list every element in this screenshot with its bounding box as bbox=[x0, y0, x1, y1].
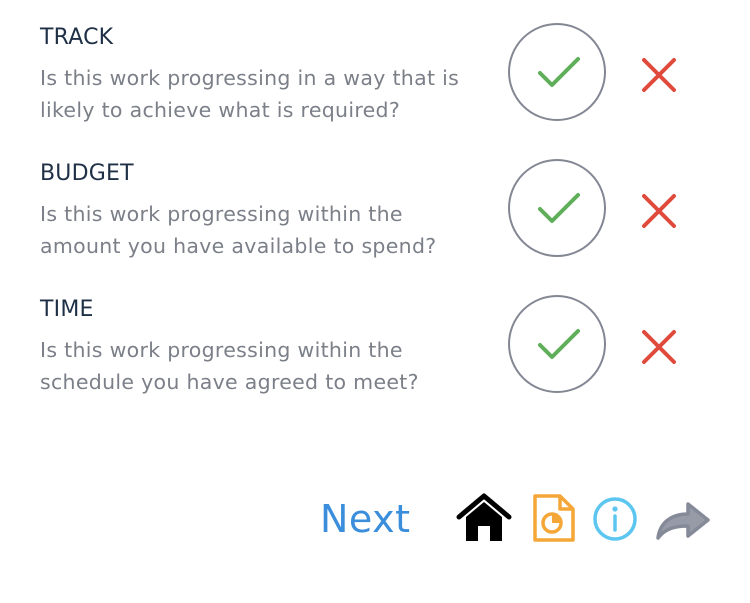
home-icon bbox=[456, 493, 512, 541]
item-question: Is this work progressing within the sche… bbox=[40, 338, 419, 394]
assessment-page: TRACK Is this work progressing in a way … bbox=[0, 0, 750, 603]
check-icon bbox=[538, 329, 580, 359]
share-button[interactable] bbox=[654, 496, 712, 542]
item-title: BUDGET bbox=[40, 161, 134, 186]
info-icon bbox=[593, 497, 637, 541]
report-button[interactable] bbox=[532, 493, 576, 543]
home-button[interactable] bbox=[456, 493, 512, 543]
check-icon bbox=[538, 193, 580, 223]
next-button[interactable]: Next bbox=[320, 496, 411, 542]
item-title: TRACK bbox=[40, 25, 114, 50]
share-icon bbox=[656, 502, 710, 540]
item-title: TIME bbox=[40, 297, 94, 322]
item-question: Is this work progressing in a way that i… bbox=[40, 66, 460, 122]
no-button[interactable] bbox=[640, 56, 678, 94]
no-button[interactable] bbox=[640, 192, 678, 230]
cross-icon bbox=[642, 58, 676, 92]
check-icon bbox=[538, 57, 580, 87]
cross-icon bbox=[642, 330, 676, 364]
cross-icon bbox=[642, 194, 676, 228]
report-icon bbox=[533, 494, 575, 542]
yes-button[interactable] bbox=[508, 295, 606, 393]
item-question: Is this work progressing within the amou… bbox=[40, 202, 437, 258]
yes-button[interactable] bbox=[508, 159, 606, 257]
yes-button[interactable] bbox=[508, 23, 606, 121]
no-button[interactable] bbox=[640, 328, 678, 366]
info-button[interactable] bbox=[592, 496, 638, 542]
